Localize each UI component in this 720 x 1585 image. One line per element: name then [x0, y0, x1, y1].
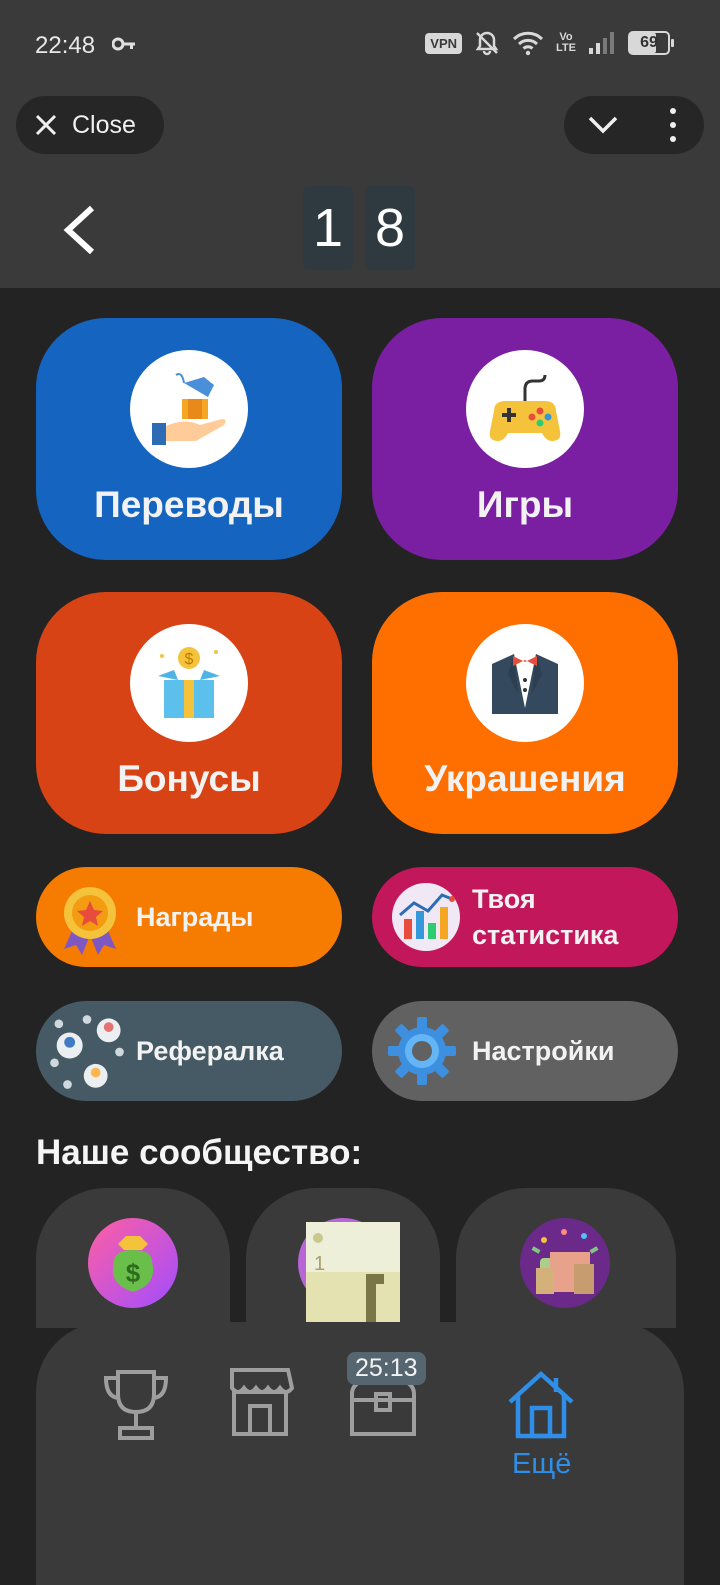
tile-label: Переводы [94, 484, 284, 525]
battery-level: 69 [640, 34, 658, 51]
trophy-icon[interactable] [100, 1366, 172, 1442]
svg-text:$: $ [185, 651, 194, 668]
pill-label: Награды [136, 902, 254, 932]
svg-text:1: 1 [314, 1253, 325, 1275]
community-card-2[interactable]: 1 [246, 1188, 440, 1328]
pill-label: Рефералка [136, 1036, 284, 1066]
svg-text:$: $ [126, 1258, 141, 1288]
volte-indicator: Vo LTE [556, 32, 576, 54]
shop-icon[interactable] [226, 1366, 294, 1438]
tile-games[interactable]: Игры [372, 318, 678, 560]
community-card-3[interactable] [456, 1188, 676, 1328]
tile-decorations[interactable]: Украшения [372, 592, 678, 834]
money-bag-icon: $ [88, 1218, 178, 1308]
bell-muted-icon [475, 31, 499, 56]
community-title: Наше сообщество: [36, 1133, 363, 1172]
pill-settings[interactable]: Настройки [372, 1001, 678, 1101]
home-icon[interactable] [506, 1368, 576, 1440]
gift-box-icon: $ [158, 647, 220, 718]
status-time: 22:48 [35, 32, 96, 59]
close-label: Close [72, 110, 136, 139]
bottom-nav: 25:13 Ещё [36, 1322, 684, 1585]
status-icons: VPN Vo LTE 69 [425, 30, 674, 56]
tile-icon-circle [466, 350, 584, 468]
counter-digit: 1 [303, 186, 353, 270]
vpn-badge: VPN [425, 32, 463, 54]
battery-indicator: 69 [628, 31, 674, 55]
pill-label: Твоя статистика [472, 884, 619, 950]
nav-label-more[interactable]: Ещё [512, 1448, 571, 1481]
top-bar: Close 1 8 [0, 92, 720, 288]
tile-label: Украшения [424, 758, 626, 799]
counter-digit: 8 [365, 186, 415, 270]
key-icon [112, 37, 135, 51]
close-icon [35, 114, 57, 136]
money-party-icon [520, 1218, 610, 1308]
chest-timer-badge: 25:13 [347, 1352, 426, 1385]
wifi-icon [512, 31, 544, 56]
sticker-note-icon: 1 [306, 1222, 400, 1328]
close-button[interactable]: Close [16, 96, 164, 154]
gamepad-icon [489, 374, 561, 441]
tuxedo-icon [492, 654, 558, 714]
score-counter: 1 8 [303, 186, 415, 270]
pill-rewards[interactable]: Награды [36, 867, 342, 967]
back-arrow-icon[interactable] [58, 202, 102, 258]
referral-network-icon [50, 1015, 124, 1089]
volte-bottom: LTE [556, 42, 576, 54]
tile-icon-circle [130, 350, 248, 468]
medal-icon [64, 887, 116, 955]
chevron-down-icon[interactable] [586, 110, 620, 140]
more-options-button[interactable] [666, 108, 680, 142]
status-bar: 22:48 VPN Vo LTE 69 [0, 0, 720, 92]
tile-icon-circle: $ [130, 624, 248, 742]
pill-referral[interactable]: Рефералка [36, 1001, 342, 1101]
pill-label: Настройки [472, 1036, 615, 1066]
tile-label: Бонусы [117, 758, 261, 799]
tile-bonuses[interactable]: $ Бонусы [36, 592, 342, 834]
signal-icon [589, 32, 614, 54]
money-transfer-icon [152, 373, 226, 445]
tile-label: Игры [476, 484, 574, 525]
tile-transfers[interactable]: Переводы [36, 318, 342, 560]
chart-icon [392, 883, 460, 951]
tile-icon-circle [466, 624, 584, 742]
gear-icon [388, 1017, 456, 1085]
community-card-1[interactable]: $ [36, 1188, 230, 1328]
menu-pill [564, 96, 704, 154]
pill-statistics[interactable]: Твоя статистика [372, 867, 678, 967]
